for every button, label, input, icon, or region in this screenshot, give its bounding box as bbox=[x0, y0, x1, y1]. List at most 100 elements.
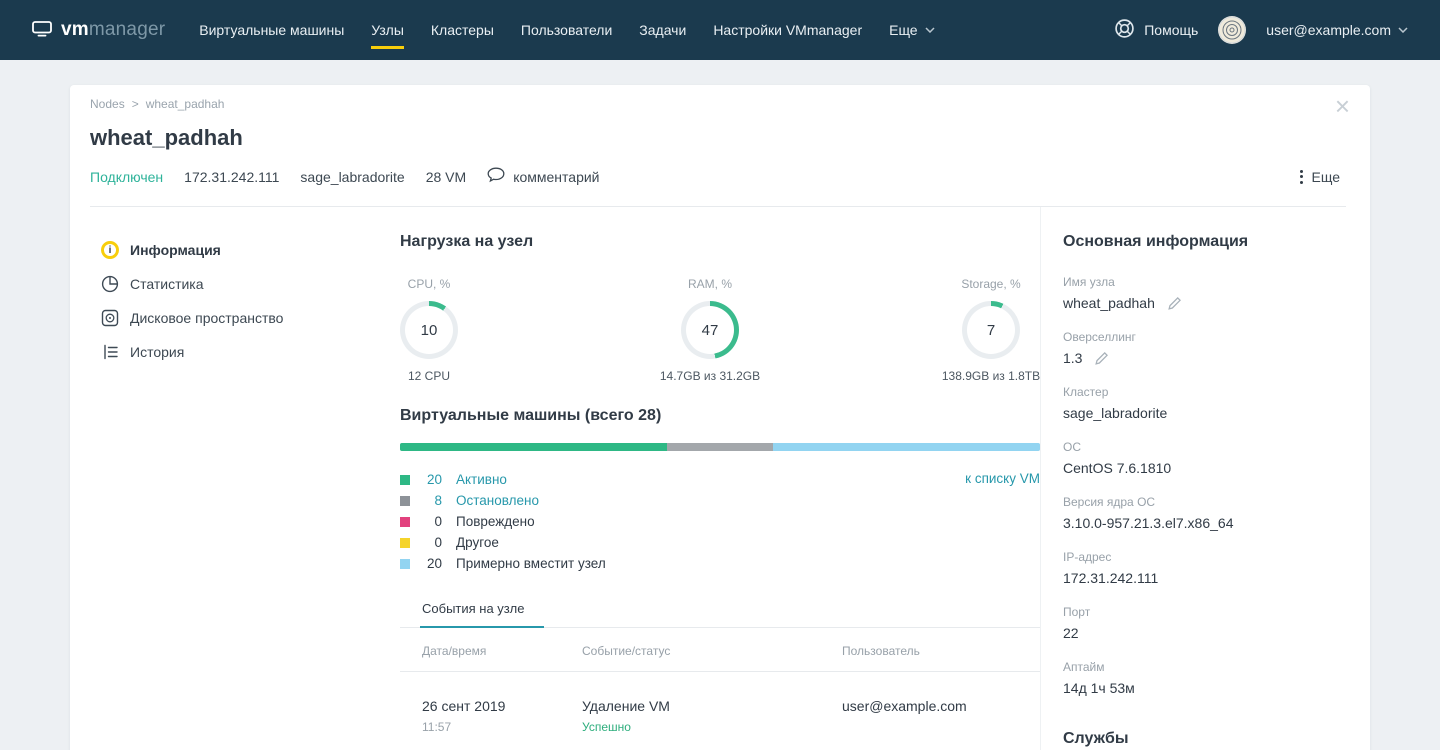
user-menu[interactable]: user@example.com bbox=[1266, 22, 1408, 38]
field-port: Порт 22 bbox=[1063, 605, 1346, 641]
nav-more[interactable]: Еще bbox=[889, 0, 935, 60]
event-date: 26 сент 2019 bbox=[422, 698, 582, 714]
tab-node-events[interactable]: События на узле bbox=[420, 601, 544, 628]
logo-text-manager: manager bbox=[89, 19, 165, 40]
legend-label-active[interactable]: Активно bbox=[456, 472, 507, 487]
field-value: 14д 1ч 53м bbox=[1063, 680, 1135, 696]
field-kernel: Версия ядра ОС 3.10.0-957.21.3.el7.x86_6… bbox=[1063, 495, 1346, 531]
comment-label: комментарий bbox=[513, 169, 599, 185]
field-os: ОС CentOS 7.6.1810 bbox=[1063, 440, 1346, 476]
gauge-label: RAM, % bbox=[688, 277, 732, 291]
vm-list-link[interactable]: к списку VM bbox=[965, 471, 1040, 486]
field-label: Аптайм bbox=[1063, 660, 1346, 674]
legend-count[interactable]: 8 bbox=[414, 493, 442, 508]
nav-label: Еще bbox=[889, 22, 918, 38]
node-ip: 172.31.242.111 bbox=[184, 169, 279, 185]
nav-label: Кластеры bbox=[431, 22, 494, 38]
legend-label-other: Другое bbox=[456, 535, 499, 550]
legend-swatch bbox=[400, 538, 410, 548]
status-badge: Подключен bbox=[90, 169, 163, 185]
divider bbox=[90, 206, 1346, 207]
disk-icon bbox=[100, 309, 120, 327]
bar-segment-stopped bbox=[667, 443, 773, 451]
legend-label-capacity: Примерно вместит узел bbox=[456, 556, 606, 571]
sidebar-item-disk-space[interactable]: Дисковое пространство bbox=[100, 301, 400, 335]
field-label: IP-адрес bbox=[1063, 550, 1346, 564]
column-header-datetime: Дата/время bbox=[422, 644, 582, 658]
load-gauges: CPU, % 10 12 CPU RAM, % 47 14.7GB из 31.… bbox=[400, 277, 1040, 383]
bar-segment-active bbox=[400, 443, 667, 451]
breadcrumb: Nodes > wheat_padhah bbox=[90, 97, 1346, 111]
cpu-donut-chart: 10 bbox=[400, 301, 458, 359]
gauge-sub-label: 12 CPU bbox=[408, 369, 450, 383]
close-icon[interactable]: × bbox=[1335, 93, 1350, 119]
nav-label: Настройки VMmanager bbox=[713, 22, 862, 38]
legend-swatch bbox=[400, 517, 410, 527]
breadcrumb-separator: > bbox=[132, 97, 139, 111]
node-card: Nodes > wheat_padhah × wheat_padhah Подк… bbox=[70, 85, 1370, 750]
node-more-button[interactable]: Еще bbox=[1300, 169, 1347, 185]
field-value: wheat_padhah bbox=[1063, 295, 1155, 311]
event-name: Удаление VM bbox=[582, 698, 842, 714]
logo-text-vm: vm bbox=[61, 19, 89, 40]
field-value: 1.3 bbox=[1063, 350, 1082, 366]
sidebar-item-label: Статистика bbox=[130, 276, 204, 292]
help-button[interactable]: Помощь bbox=[1114, 18, 1198, 42]
chevron-down-icon bbox=[925, 27, 935, 33]
node-side-menu: i Информация Статистика Дисковое простра… bbox=[70, 207, 400, 750]
sidebar-item-label: Информация bbox=[130, 242, 221, 258]
vm-stacked-bar bbox=[400, 443, 1040, 451]
legend-swatch bbox=[400, 559, 410, 569]
edit-pencil-icon[interactable] bbox=[1167, 296, 1182, 311]
legend-label-stopped[interactable]: Остановлено bbox=[456, 493, 539, 508]
node-card-body: i Информация Статистика Дисковое простра… bbox=[70, 207, 1370, 750]
legend-count[interactable]: 20 bbox=[414, 472, 442, 487]
table-row: 26 сент 2019 11:57 Удаление VM Успешно u… bbox=[400, 672, 1040, 750]
gauge-ram: RAM, % 47 14.7GB из 31.2GB bbox=[681, 277, 739, 383]
nav-users[interactable]: Пользователи bbox=[521, 0, 612, 60]
vmmanager-logo-icon bbox=[32, 21, 52, 40]
kebab-menu-icon bbox=[1300, 170, 1303, 184]
legend-count: 0 bbox=[414, 514, 442, 529]
field-ip: IP-адрес 172.31.242.111 bbox=[1063, 550, 1346, 586]
vmmanager-logo[interactable]: vmmanager bbox=[32, 19, 165, 41]
ram-donut-chart: 47 bbox=[681, 301, 739, 359]
field-label: ОС bbox=[1063, 440, 1346, 454]
node-events-section: События на узле Дата/время Событие/стату… bbox=[400, 600, 1040, 750]
gauge-sub-label: 138.9GB из 1.8TB bbox=[942, 369, 1040, 383]
breadcrumb-nodes[interactable]: Nodes bbox=[90, 97, 125, 111]
gauge-value: 47 bbox=[686, 306, 734, 354]
legend-row-stopped: 8 Остановлено bbox=[400, 490, 1040, 511]
field-node-name: Имя узла wheat_padhah bbox=[1063, 275, 1346, 311]
field-value: 22 bbox=[1063, 625, 1079, 641]
legend-row-other: 0 Другое bbox=[400, 532, 1040, 553]
sidebar-item-label: Дисковое пространство bbox=[130, 310, 283, 326]
node-vm-count: 28 VM bbox=[426, 169, 466, 185]
edit-pencil-icon[interactable] bbox=[1094, 351, 1109, 366]
gauge-value: 7 bbox=[967, 306, 1015, 354]
vm-legend: 20 Активно 8 Остановлено 0 Повреждено bbox=[400, 469, 1040, 574]
section-title-services: Службы bbox=[1063, 730, 1346, 748]
nav-virtual-machines[interactable]: Виртуальные машины bbox=[199, 0, 344, 60]
events-table-header: Дата/время Событие/статус Пользователь bbox=[400, 628, 1040, 672]
node-cluster: sage_labradorite bbox=[300, 169, 404, 185]
page-title: wheat_padhah bbox=[90, 125, 1346, 151]
sidebar-item-history[interactable]: История bbox=[100, 335, 400, 369]
gauge-value: 10 bbox=[405, 306, 453, 354]
nav-tasks[interactable]: Задачи bbox=[639, 0, 686, 60]
avatar[interactable] bbox=[1218, 16, 1246, 44]
comment-button[interactable]: комментарий bbox=[487, 167, 599, 186]
nav-label: Задачи bbox=[639, 22, 686, 38]
info-icon: i bbox=[100, 241, 120, 259]
help-label: Помощь bbox=[1144, 22, 1198, 38]
field-value: 3.10.0-957.21.3.el7.x86_64 bbox=[1063, 515, 1233, 531]
legend-row-capacity: 20 Примерно вместит узел bbox=[400, 553, 1040, 574]
sidebar-item-information[interactable]: i Информация bbox=[100, 233, 400, 267]
column-header-event: Событие/статус bbox=[582, 644, 842, 658]
field-value: 172.31.242.111 bbox=[1063, 570, 1158, 586]
sidebar-item-statistics[interactable]: Статистика bbox=[100, 267, 400, 301]
event-status: Успешно bbox=[582, 720, 842, 734]
nav-nodes[interactable]: Узлы bbox=[371, 0, 404, 60]
nav-settings[interactable]: Настройки VMmanager bbox=[713, 0, 862, 60]
nav-clusters[interactable]: Кластеры bbox=[431, 0, 494, 60]
